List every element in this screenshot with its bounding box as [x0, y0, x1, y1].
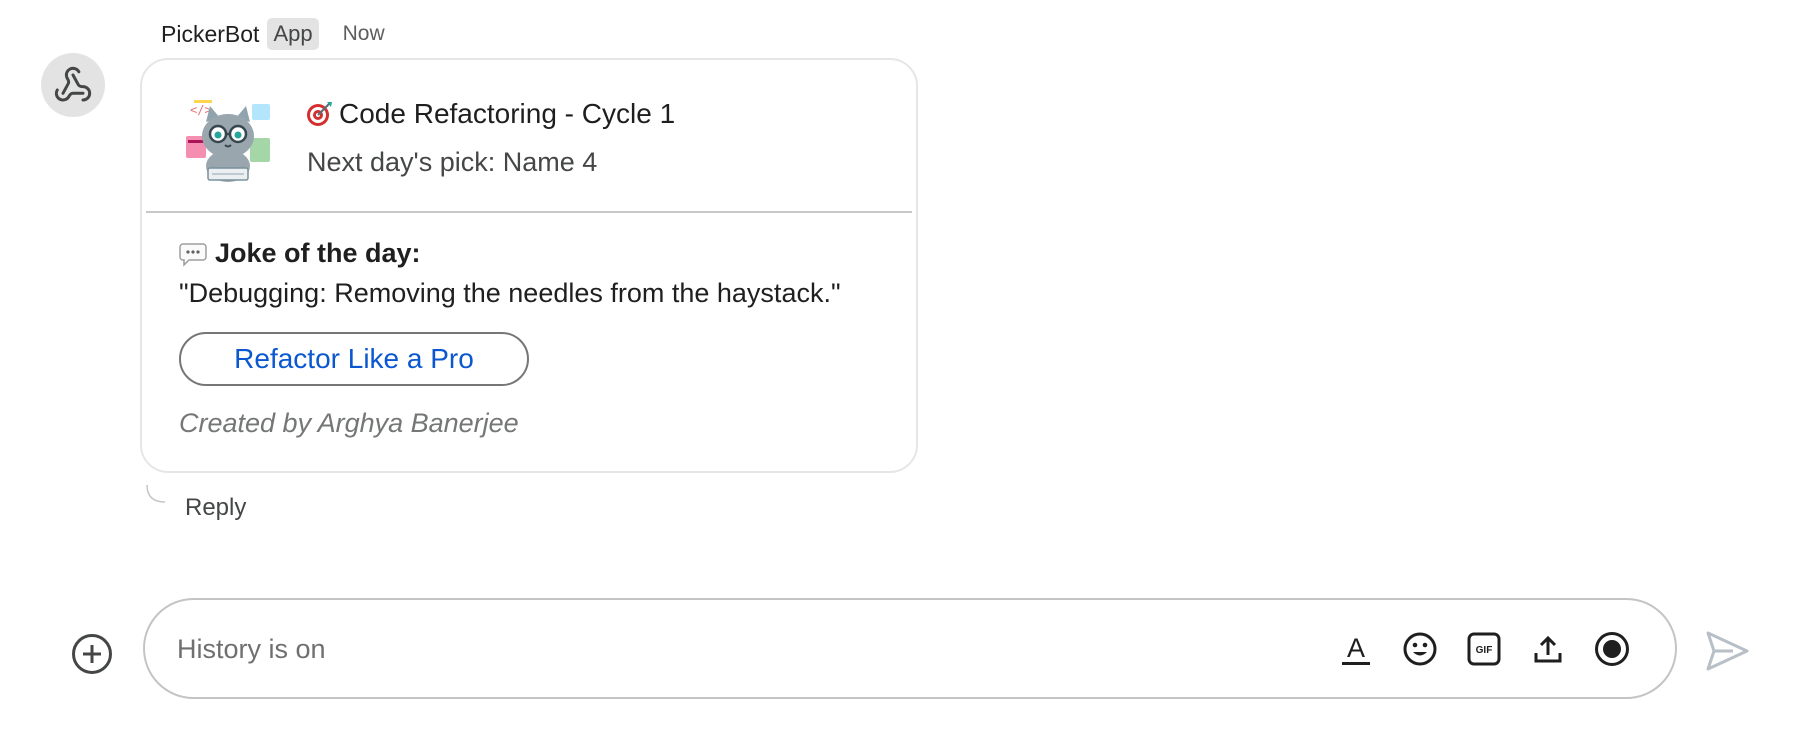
reply-link[interactable]: Reply [185, 494, 246, 522]
svg-text:A: A [1347, 633, 1365, 663]
message-input[interactable] [177, 628, 1177, 670]
upload-button[interactable] [1527, 628, 1569, 670]
record-video-button[interactable] [1591, 628, 1633, 670]
format-text-button[interactable]: A [1335, 628, 1377, 670]
bot-avatar[interactable] [41, 53, 105, 117]
gif-icon: GIF [1467, 632, 1501, 666]
record-video-icon [1595, 632, 1629, 666]
thread-connector-icon [146, 484, 166, 503]
created-by-text: Created by Arghya Banerjee [179, 408, 519, 438]
joke-heading-text: Joke of the day: [215, 238, 421, 268]
emoji-button[interactable] [1399, 628, 1441, 670]
message-timestamp: Now [342, 22, 385, 45]
add-circle-icon[interactable] [71, 633, 113, 675]
target-icon [307, 102, 332, 126]
bot-mascot-image: </> [186, 100, 270, 182]
format-text-icon: A [1342, 633, 1370, 665]
webhook-icon [54, 66, 92, 102]
sender-name[interactable]: PickerBot [161, 21, 259, 48]
message-header: PickerBot App Now [161, 18, 385, 50]
refactor-like-a-pro-button[interactable]: Refactor Like a Pro [179, 332, 529, 386]
app-badge: App [267, 18, 319, 50]
svg-text:GIF: GIF [1476, 645, 1493, 656]
card-title: Code Refactoring - Cycle 1 [305, 98, 675, 130]
send-icon[interactable] [1703, 627, 1751, 675]
message-card: </> Code Refactoring - Cycle 1 Next day'… [140, 58, 918, 473]
card-subtitle: Next day's pick: Name 4 [307, 147, 598, 177]
gif-button[interactable]: GIF [1463, 628, 1505, 670]
joke-heading: Joke of the day: [179, 238, 421, 269]
speech-bubble-icon [179, 242, 207, 267]
card-header: </> Code Refactoring - Cycle 1 Next day'… [142, 60, 916, 213]
upload-icon [1534, 635, 1562, 663]
joke-text: "Debugging: Removing the needles from th… [179, 278, 841, 308]
card-divider [146, 211, 912, 213]
card-title-text: Code Refactoring - Cycle 1 [339, 98, 676, 129]
message-composer: A GIF [143, 598, 1677, 699]
emoji-icon [1403, 632, 1437, 666]
